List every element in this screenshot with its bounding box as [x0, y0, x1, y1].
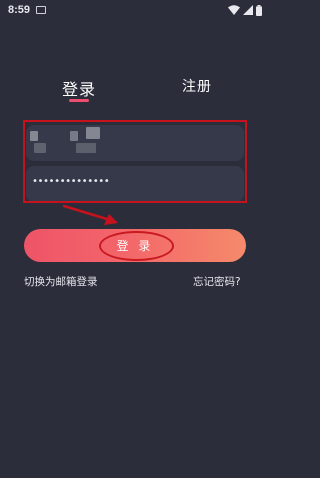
wifi-icon	[228, 5, 240, 15]
navigation-bar	[0, 450, 270, 478]
notification-icon	[36, 6, 47, 14]
switch-to-email-link[interactable]: 切换为邮箱登录	[24, 274, 98, 289]
auth-tabs: 登录 注册	[0, 72, 270, 108]
annotation-ellipse	[99, 231, 174, 261]
annotation-highlight-box	[23, 120, 247, 203]
annotation-arrow	[62, 204, 118, 225]
signal-icon	[243, 5, 253, 15]
tab-register[interactable]: 注册	[182, 76, 212, 96]
battery-icon	[256, 4, 262, 16]
status-icons	[228, 4, 262, 16]
status-time: 8:59	[8, 4, 31, 16]
tab-login[interactable]: 登录	[62, 76, 96, 100]
active-tab-indicator	[69, 99, 89, 102]
forgot-password-link[interactable]: 忘记密码?	[193, 274, 241, 289]
status-bar: 8:59	[0, 0, 270, 20]
